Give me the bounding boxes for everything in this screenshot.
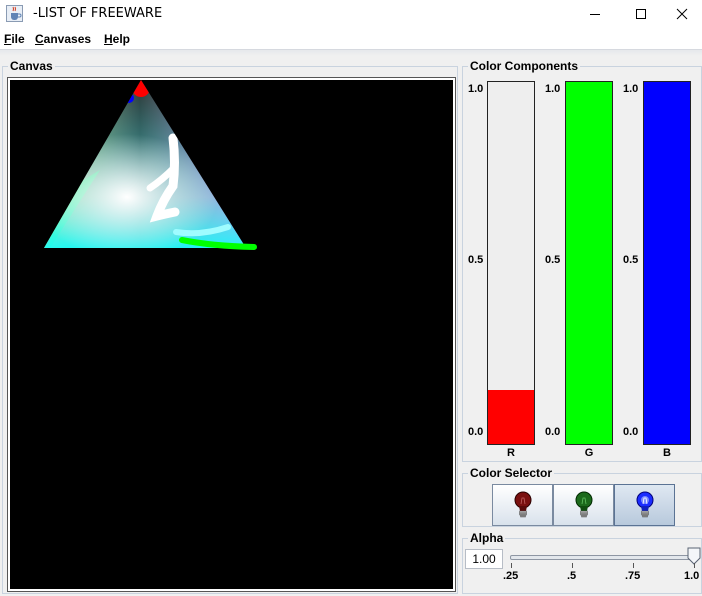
alpha-tick-75 [633,563,634,568]
green-bar-fill [566,82,612,444]
b-axis-mid: 0.5 [623,254,639,266]
red-selector-button[interactable] [492,484,553,526]
alpha-tick-25 [511,563,512,568]
r-axis-mid: 0.5 [468,254,484,266]
title-bar: -LIST OF FREEWARE [0,0,702,28]
menu-help[interactable]: Help [104,32,130,46]
menubar-shadow [0,50,702,56]
g-axis-bottom: 0.0 [545,426,561,438]
alpha-value-field[interactable]: 1.00 [465,549,503,569]
menu-bar: File Canvases Help [0,28,702,50]
blue-selector-button[interactable] [614,484,675,526]
painted-triangle [44,80,257,250]
blue-bulb-icon [636,491,653,518]
color-selector-panel: Color Selector [462,466,702,527]
close-icon [676,8,688,20]
drawing-canvas[interactable] [10,80,453,589]
r-axis-top: 1.0 [468,83,484,95]
color-selector-title: Color Selector [468,466,555,480]
alpha-panel: Alpha 1.00 .25 .5 .75 1.0 [462,531,702,594]
red-component-bar[interactable] [487,81,535,445]
green-bar-label: G [584,447,594,459]
r-axis-bottom: 0.0 [468,426,484,438]
g-axis-top: 1.0 [545,83,561,95]
alpha-slider-track[interactable] [510,555,696,560]
red-bar-fill [488,389,534,444]
green-component-bar[interactable] [565,81,613,445]
alpha-tick-label-100: 1.0 [684,570,700,582]
g-axis-mid: 0.5 [545,254,561,266]
close-button[interactable] [662,0,702,28]
minimize-icon [590,14,600,15]
alpha-tick-label-25: .25 [503,570,519,582]
alpha-tick-50 [572,563,573,568]
red-bar-label: R [507,447,515,459]
alpha-title: Alpha [468,531,506,545]
canvas-frame [7,77,456,592]
minimize-button[interactable] [572,0,618,28]
alpha-tick-label-75: .75 [625,570,641,582]
b-axis-bottom: 0.0 [623,426,639,438]
alpha-tick-100 [694,563,695,568]
maximize-icon [636,9,646,19]
blue-bar-label: B [663,447,671,459]
blue-bar-fill [644,82,690,444]
menu-file[interactable]: File [4,32,25,46]
blue-component-bar[interactable] [643,81,691,445]
color-components-panel: Color Components 1.0 0.5 0.0 R 1.0 0.5 0… [462,59,702,462]
green-bulb-icon [575,491,592,518]
canvas-panel-title: Canvas [8,59,55,73]
b-axis-top: 1.0 [623,83,639,95]
alpha-tick-label-50: .5 [567,570,577,582]
color-components-title: Color Components [468,59,580,73]
java-cup-icon [6,5,23,22]
menu-canvases[interactable]: Canvases [35,32,91,46]
green-selector-button[interactable] [553,484,614,526]
window-title: -LIST OF FREEWARE [33,6,163,21]
maximize-button[interactable] [618,0,664,28]
red-bulb-icon [514,491,531,518]
canvas-panel: Canvas [2,59,458,594]
